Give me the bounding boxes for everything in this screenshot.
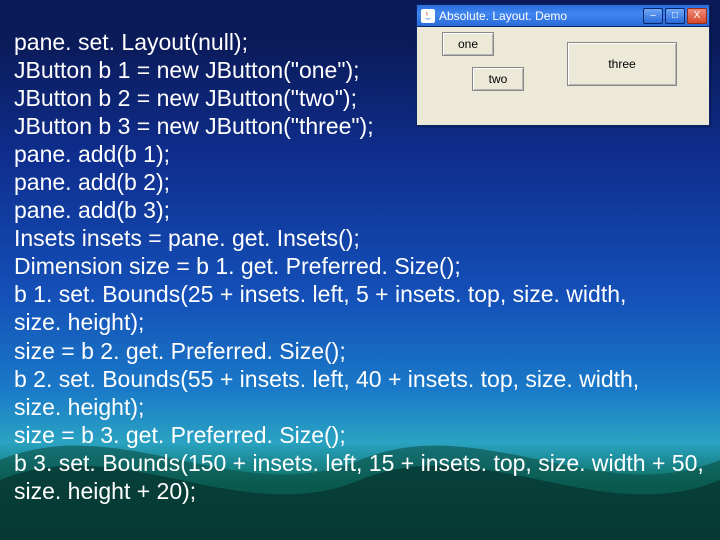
java-window: Absolute. Layout. Demo – □ X one two thr… <box>416 4 710 126</box>
close-button[interactable]: X <box>687 8 707 24</box>
titlebar: Absolute. Layout. Demo – □ X <box>417 5 709 27</box>
code-line: JButton b 2 = new JButton("two"); <box>14 85 357 111</box>
code-line: size. height + 20); <box>14 478 196 504</box>
code-line: size. height); <box>14 394 144 420</box>
button-three[interactable]: three <box>567 42 677 86</box>
window-title: Absolute. Layout. Demo <box>439 9 567 23</box>
code-line: pane. add(b 3); <box>14 197 170 223</box>
window-content: one two three <box>417 27 709 125</box>
code-line: pane. add(b 1); <box>14 141 170 167</box>
code-line: size = b 2. get. Preferred. Size(); <box>14 338 346 364</box>
code-line: Dimension size = b 1. get. Preferred. Si… <box>14 253 461 279</box>
maximize-button[interactable]: □ <box>665 8 685 24</box>
code-line: size = b 3. get. Preferred. Size(); <box>14 422 346 448</box>
code-line: pane. add(b 2); <box>14 169 170 195</box>
slide: pane. set. Layout(null); JButton b 1 = n… <box>0 0 720 540</box>
code-line: JButton b 3 = new JButton("three"); <box>14 113 374 139</box>
code-line: b 3. set. Bounds(150 + insets. left, 15 … <box>14 450 704 476</box>
button-one[interactable]: one <box>442 32 494 56</box>
code-line: b 1. set. Bounds(25 + insets. left, 5 + … <box>14 281 626 307</box>
code-line: JButton b 1 = new JButton("one"); <box>14 57 360 83</box>
code-line: b 2. set. Bounds(55 + insets. left, 40 +… <box>14 366 639 392</box>
java-icon <box>421 9 435 23</box>
code-line: size. height); <box>14 309 144 335</box>
minimize-button[interactable]: – <box>643 8 663 24</box>
button-two[interactable]: two <box>472 67 524 91</box>
code-line: Insets insets = pane. get. Insets(); <box>14 225 360 251</box>
code-line: pane. set. Layout(null); <box>14 29 248 55</box>
